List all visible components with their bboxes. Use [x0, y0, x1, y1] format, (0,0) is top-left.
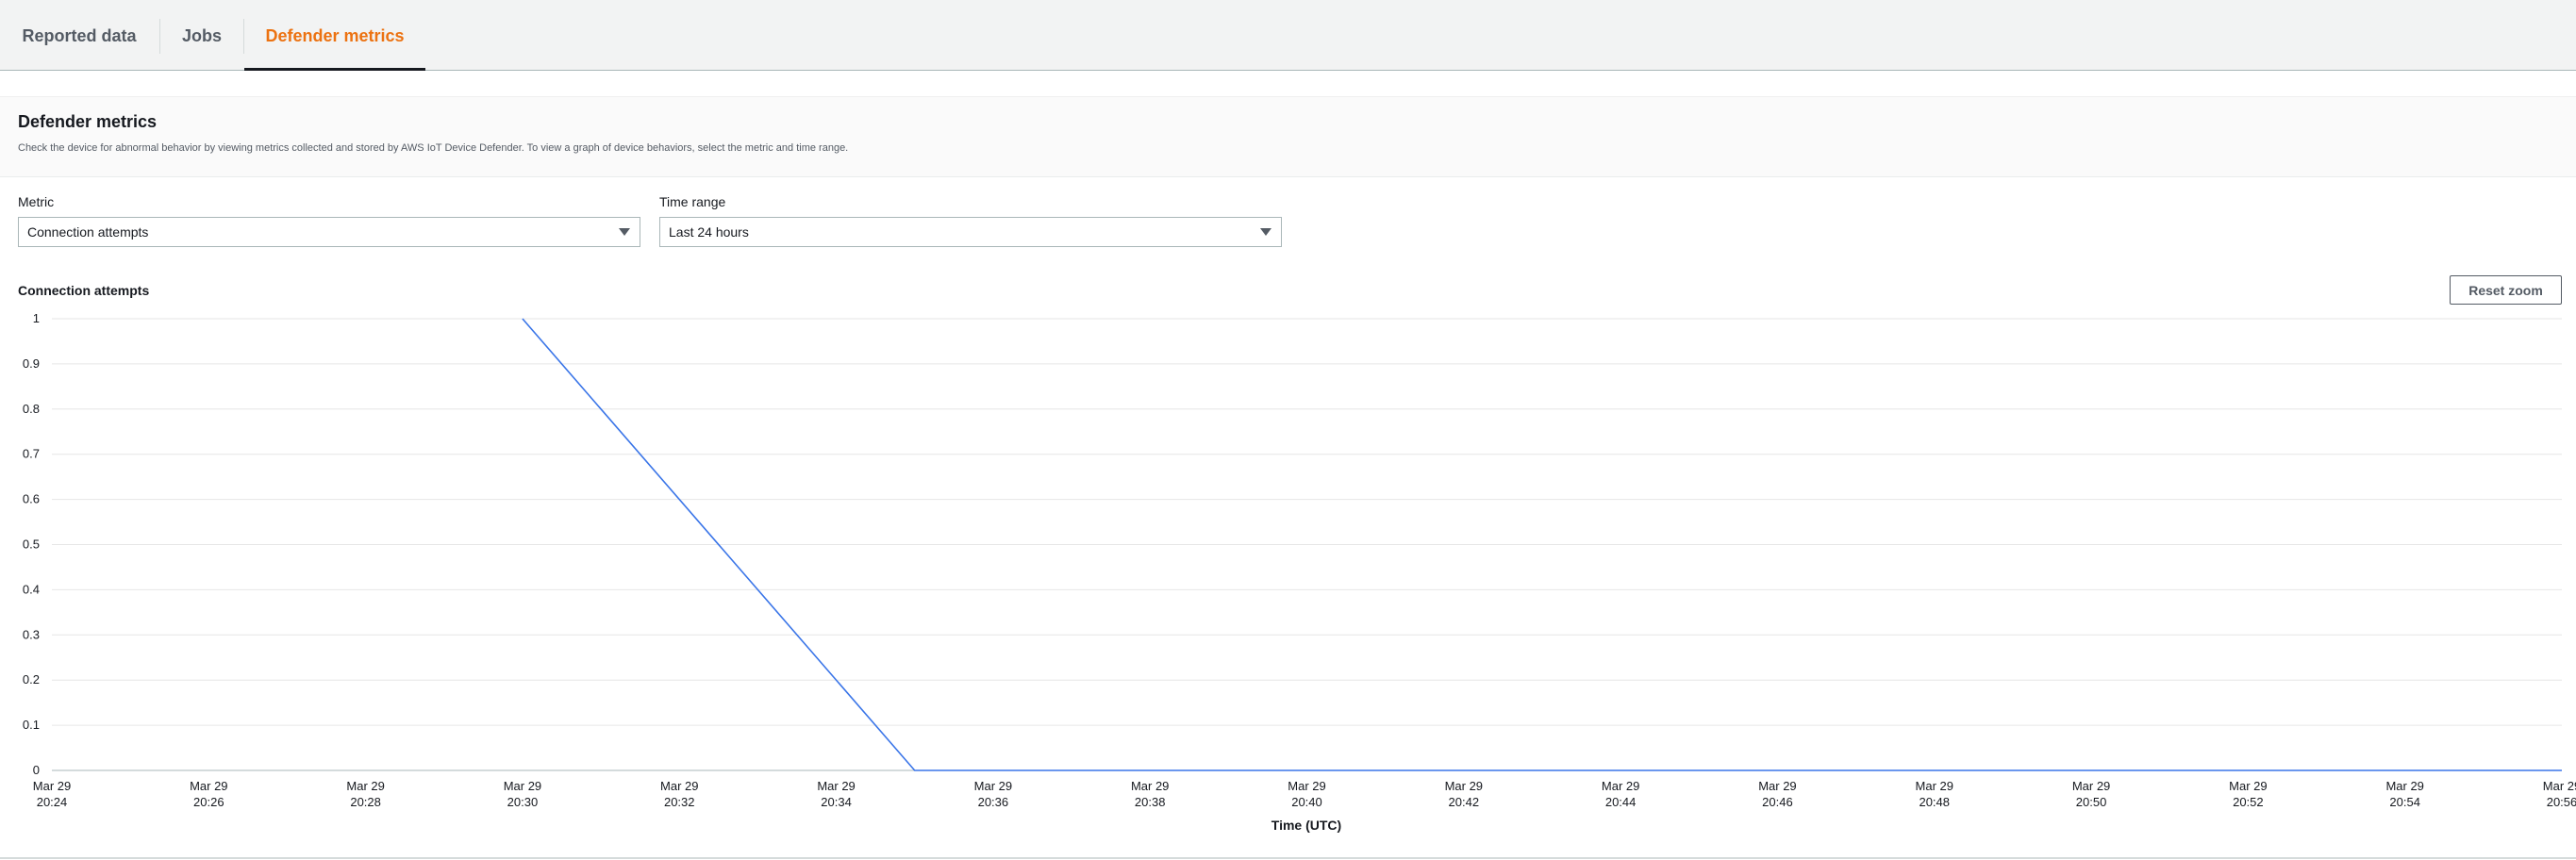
x-tick-label: Mar 29 — [190, 779, 227, 793]
x-tick-label: 20:36 — [978, 795, 1009, 809]
x-tick-label: Mar 29 — [1602, 779, 1639, 793]
y-tick-label: 0.8 — [23, 402, 40, 416]
x-axis-title: Time (UTC) — [1271, 818, 1341, 833]
x-tick-label: 20:34 — [821, 795, 852, 809]
x-tick-label: 20:30 — [507, 795, 539, 809]
x-tick-label: Mar 29 — [974, 779, 1012, 793]
x-tick-label: 20:50 — [2076, 795, 2107, 809]
x-tick-label: 20:42 — [1449, 795, 1480, 809]
x-tick-label: 20:56 — [2547, 795, 2576, 809]
y-tick-label: 0 — [33, 763, 40, 777]
x-tick-label: 20:52 — [2233, 795, 2264, 809]
y-tick-label: 0.2 — [23, 672, 40, 686]
x-tick-label: Mar 29 — [346, 779, 384, 793]
x-tick-label: Mar 29 — [1916, 779, 1953, 793]
x-tick-label: 20:24 — [37, 795, 68, 809]
x-tick-label: Mar 29 — [33, 779, 71, 793]
x-tick-label: Mar 29 — [2385, 779, 2423, 793]
x-tick-label: 20:38 — [1135, 795, 1166, 809]
x-tick-label: 20:44 — [1605, 795, 1637, 809]
x-tick-label: Mar 29 — [1131, 779, 1169, 793]
x-tick-label: Mar 29 — [2229, 779, 2267, 793]
section-divider — [0, 857, 2576, 859]
x-tick-label: Mar 29 — [1758, 779, 1796, 793]
x-tick-label: Mar 29 — [817, 779, 855, 793]
y-tick-label: 0.7 — [23, 447, 40, 461]
x-tick-label: 20:28 — [350, 795, 381, 809]
x-tick-label: Mar 29 — [1288, 779, 1325, 793]
x-tick-label: Mar 29 — [2072, 779, 2110, 793]
x-tick-label: Mar 29 — [504, 779, 541, 793]
x-tick-label: Mar 29 — [1445, 779, 1483, 793]
y-tick-label: 0.9 — [23, 356, 40, 371]
y-tick-label: 0.6 — [23, 492, 40, 506]
x-tick-label: Mar 29 — [660, 779, 698, 793]
connection-attempts-chart: 0 0.1 0.2 0.3 0.4 0.5 0.6 0.7 0.8 0.9 1 Mar 29 20:24… — [23, 311, 2576, 833]
y-tick-label: 0.4 — [23, 582, 40, 596]
y-tick-label: 0.3 — [23, 627, 40, 641]
x-tick-label: 20:32 — [664, 795, 695, 809]
x-tick-label: 20:40 — [1291, 795, 1322, 809]
y-tick-label: 1 — [33, 311, 40, 325]
x-tick-label: 20:26 — [193, 795, 224, 809]
x-tick-label: 20:46 — [1762, 795, 1793, 809]
x-tick-label: Mar 29 — [2543, 779, 2576, 793]
y-tick-label: 0.5 — [23, 538, 40, 552]
x-tick-label: 20:48 — [1919, 795, 1950, 809]
y-tick-label: 0.1 — [23, 718, 40, 732]
x-tick-label: 20:54 — [2389, 795, 2420, 809]
